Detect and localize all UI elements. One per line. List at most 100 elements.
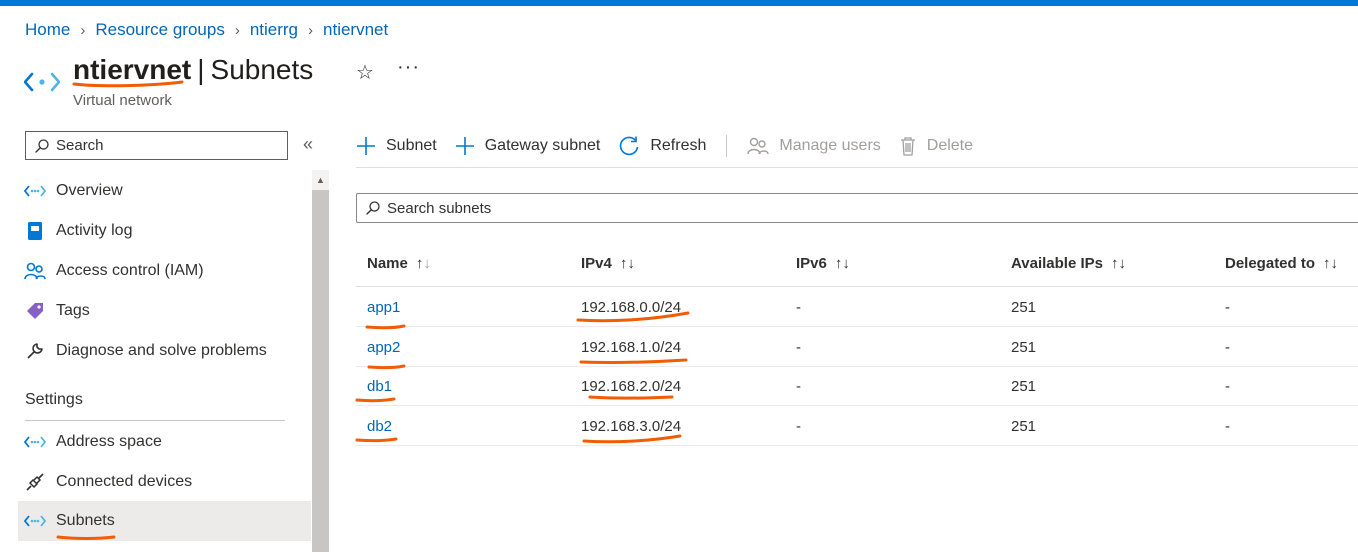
table-row[interactable]: app1 192.168.0.0/24 - 251 - [356, 287, 1358, 327]
column-header-delegated-to[interactable]: Delegated to ↑↓ [1225, 255, 1338, 272]
breadcrumb: Home › Resource groups › ntierrg › ntier… [25, 20, 388, 40]
add-subnet-button[interactable]: Subnet [356, 136, 437, 156]
column-header-label: Available IPs [1011, 255, 1103, 272]
sidebar-item-access-control[interactable]: Access control (IAM) [18, 251, 311, 291]
column-header-ipv6[interactable]: IPv6 ↑↓ [796, 255, 850, 272]
collapse-sidebar-icon[interactable]: « [303, 134, 313, 155]
manage-users-button[interactable]: Manage users [747, 136, 881, 156]
ipv4-cell: 192.168.3.0/24 [581, 418, 682, 435]
sidebar-item-diagnose[interactable]: Diagnose and solve problems [18, 331, 311, 371]
sidebar-item-activity-log[interactable]: Activity log [18, 211, 311, 251]
tag-icon [24, 300, 46, 322]
available-ips-cell: 251 [1011, 378, 1037, 395]
available-ips-cell: 251 [1011, 339, 1037, 356]
vnet-icon [24, 510, 46, 532]
search-icon [35, 138, 49, 153]
column-header-ipv4[interactable]: IPv4 ↑↓ [581, 255, 635, 272]
subnet-name-link[interactable]: app1 [367, 299, 400, 316]
sort-icon: ↑↓ [619, 255, 635, 272]
delegated-to-cell: - [1225, 418, 1230, 435]
search-subnets-input[interactable]: Search subnets [356, 193, 1358, 223]
vnet-icon [24, 431, 46, 453]
plus-icon [356, 136, 376, 156]
column-header-name[interactable]: Name ↑↓ [367, 255, 431, 272]
star-icon[interactable]: ☆ [356, 60, 374, 85]
people-icon [747, 136, 770, 156]
wrench-icon [24, 340, 46, 362]
sidebar-item-label: Diagnose and solve problems [56, 342, 267, 359]
search-icon [366, 201, 380, 215]
ipv6-cell: - [796, 378, 801, 395]
sidebar-item-label: Address space [56, 433, 162, 450]
subnet-name-link[interactable]: db2 [367, 418, 392, 435]
column-header-label: Delegated to [1225, 255, 1316, 272]
scroll-up-icon[interactable]: ▲ [312, 170, 329, 190]
sort-icon: ↑↓ [415, 255, 431, 272]
title-separator: | [197, 54, 205, 85]
sidebar-item-tags[interactable]: Tags [18, 291, 311, 331]
refresh-label: Refresh [650, 137, 707, 154]
sidebar-item-connected-devices[interactable]: Connected devices [18, 462, 311, 502]
column-header-label: IPv4 [581, 255, 612, 272]
column-header-label: Name [367, 255, 408, 272]
sidebar-search-placeholder: Search [56, 137, 104, 154]
delete-label: Delete [926, 137, 974, 154]
sort-icon: ↑↓ [834, 255, 850, 272]
refresh-icon [618, 135, 640, 157]
gateway-subnet-label: Gateway subnet [484, 137, 601, 154]
sort-icon: ↑↓ [1111, 255, 1126, 272]
table-row[interactable]: app2 192.168.1.0/24 - 251 - [356, 327, 1358, 367]
table-row[interactable]: db2 192.168.3.0/24 - 251 - [356, 406, 1358, 446]
sidebar-item-subnets[interactable]: Subnets [18, 501, 311, 541]
plus-icon [455, 136, 475, 156]
breadcrumb-vnet[interactable]: ntiervnet [323, 20, 388, 40]
ellipsis-icon[interactable]: ··· [397, 56, 420, 79]
search-subnets-placeholder: Search subnets [387, 199, 492, 217]
subnet-name-link[interactable]: db1 [367, 378, 392, 395]
sidebar-item-label: Subnets [56, 512, 115, 529]
column-header-available-ips[interactable]: Available IPs ↑↓ [1011, 255, 1126, 272]
command-bar: Subnet Gateway subnet Refresh Manage use… [356, 128, 991, 164]
settings-section-heading: Settings [25, 391, 83, 408]
people-icon [24, 260, 46, 282]
section-divider [25, 420, 285, 421]
sidebar-item-label: Access control (IAM) [56, 262, 204, 279]
available-ips-cell: 251 [1011, 299, 1037, 316]
ipv6-cell: - [796, 339, 801, 356]
manage-users-label: Manage users [779, 137, 881, 154]
chevron-right-icon: › [308, 21, 314, 39]
sidebar-item-overview[interactable]: Overview [18, 171, 311, 211]
delegated-to-cell: - [1225, 299, 1230, 316]
breadcrumb-home[interactable]: Home [25, 20, 70, 40]
sidebar-scrollbar-thumb[interactable] [312, 190, 329, 552]
ipv4-cell: 192.168.1.0/24 [581, 339, 682, 356]
resource-name: ntiervnet [73, 54, 192, 85]
sidebar-item-address-space[interactable]: Address space [18, 422, 311, 462]
sort-icon: ↑↓ [1323, 255, 1339, 272]
ipv6-cell: - [796, 418, 801, 435]
vnet-icon [24, 72, 60, 92]
delegated-to-cell: - [1225, 339, 1230, 356]
delete-button[interactable]: Delete [899, 136, 973, 156]
page-name: Subnets [210, 54, 314, 85]
sidebar-item-label: Tags [56, 302, 90, 319]
page-title: ntiervnet | Subnets [73, 54, 313, 86]
sidebar-item-label: Connected devices [56, 473, 193, 490]
table-row[interactable]: db1 192.168.2.0/24 - 251 - [356, 366, 1358, 406]
vnet-icon [24, 180, 46, 202]
breadcrumb-resource-groups[interactable]: Resource groups [95, 20, 224, 40]
available-ips-cell: 251 [1011, 418, 1037, 435]
chevron-right-icon: › [80, 21, 86, 39]
breadcrumb-resource-group[interactable]: ntierrg [250, 20, 298, 40]
refresh-button[interactable]: Refresh [618, 135, 706, 157]
add-gateway-subnet-button[interactable]: Gateway subnet [455, 136, 601, 156]
activity-log-icon [24, 220, 46, 242]
ipv4-cell: 192.168.0.0/24 [581, 299, 682, 316]
toolbar-divider-line [356, 167, 1358, 168]
toolbar-divider [726, 135, 728, 157]
subnet-name-link[interactable]: app2 [367, 339, 400, 356]
column-header-label: IPv6 [796, 255, 827, 272]
sidebar-item-label: Overview [56, 182, 123, 199]
sidebar-search-input[interactable]: Search [25, 131, 288, 160]
portal-top-bar [0, 0, 1358, 6]
